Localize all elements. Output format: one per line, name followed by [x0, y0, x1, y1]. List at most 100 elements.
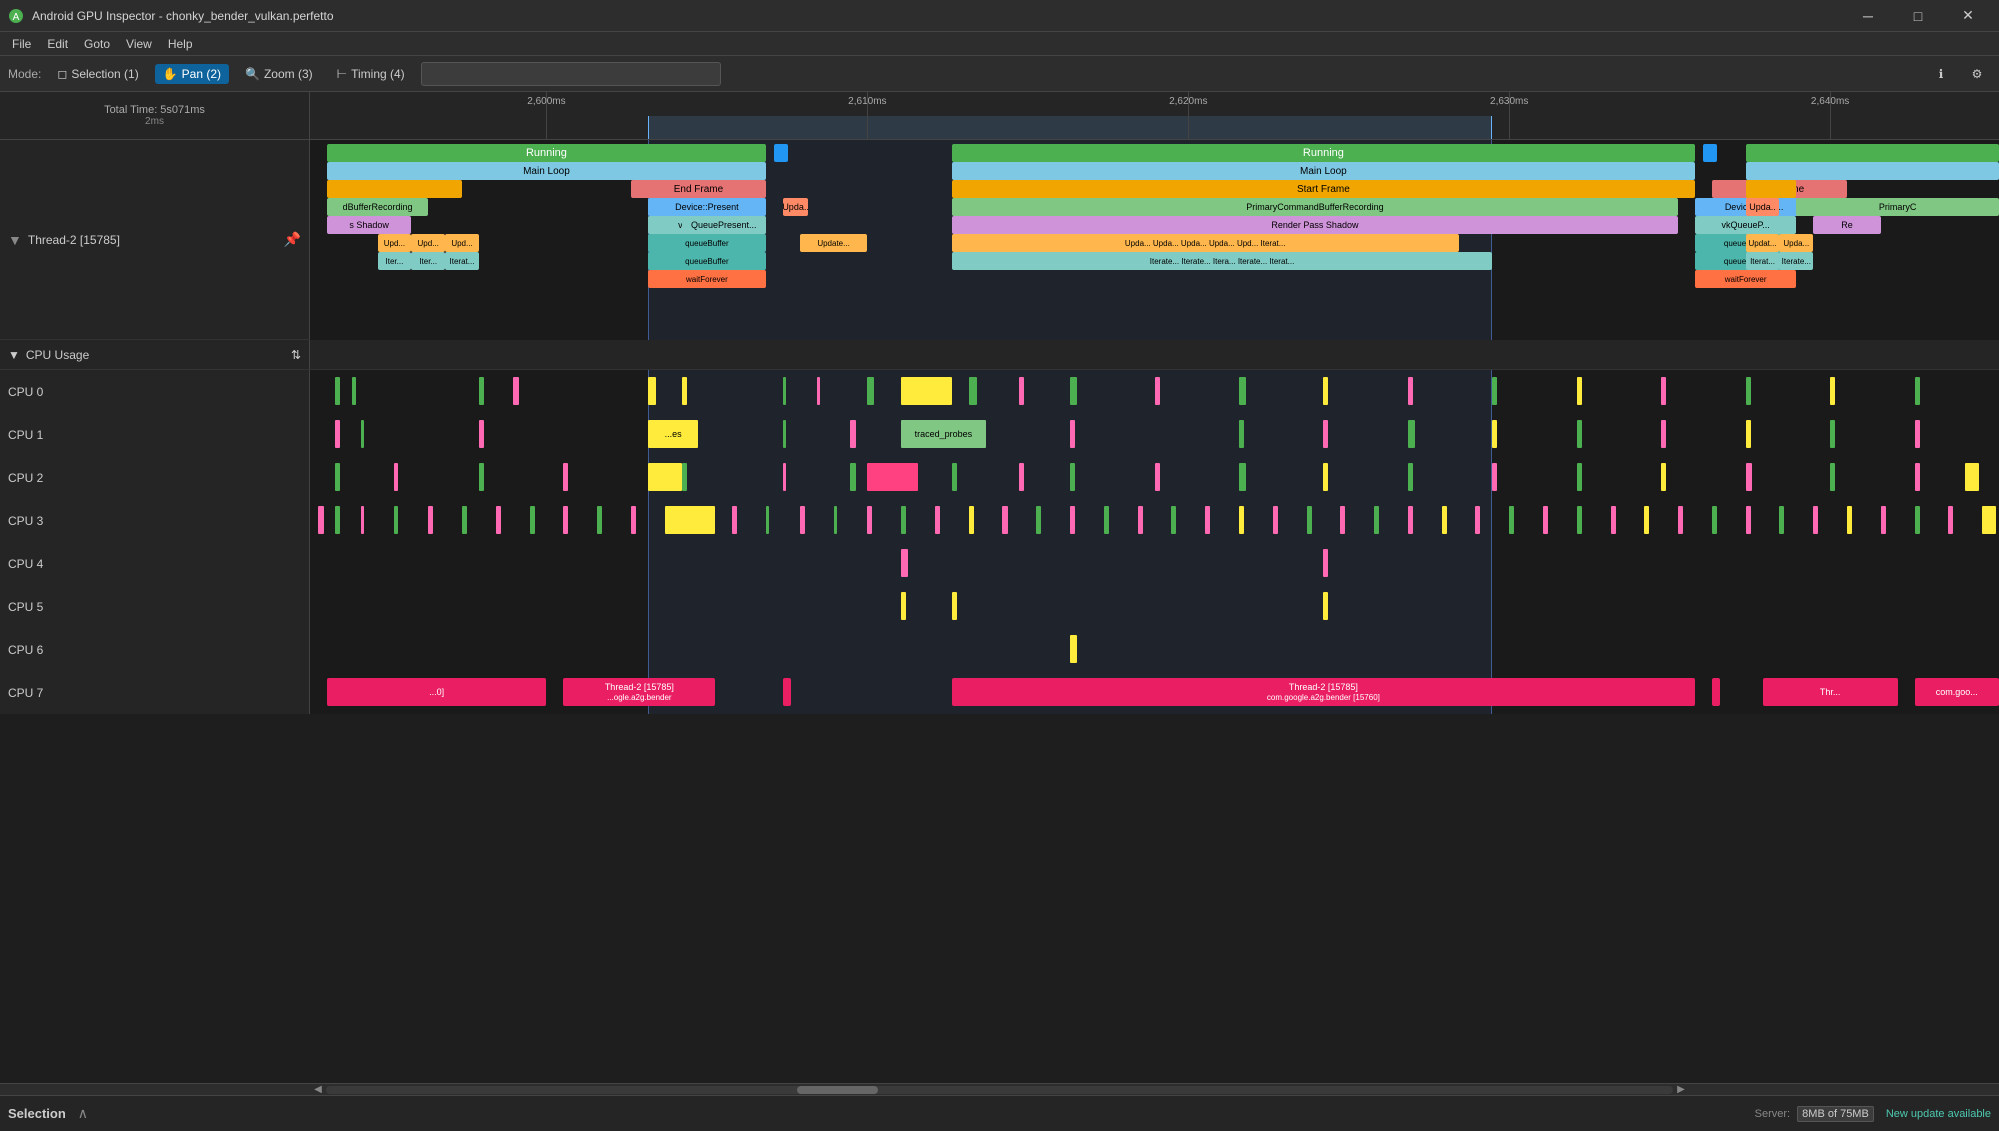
cpu2-content[interactable]: [310, 456, 1999, 499]
cpu5-content[interactable]: [310, 585, 1999, 628]
cpu1-bar-4[interactable]: [783, 420, 786, 448]
wait-1[interactable]: waitForever: [1695, 270, 1796, 288]
cpu3-bar-39[interactable]: [1644, 506, 1649, 534]
upd-r2[interactable]: Upda...: [1779, 234, 1813, 252]
cpu0-bar-18[interactable]: [1577, 377, 1582, 405]
cpu2-bar-2[interactable]: [479, 463, 484, 491]
cpu4-bar-1[interactable]: [1323, 549, 1328, 577]
cpu1-content[interactable]: ...estraced_probes: [310, 413, 1999, 456]
cpu1-bar-8[interactable]: [1239, 420, 1244, 448]
cpu1-bar-14[interactable]: [1746, 420, 1751, 448]
cpu3-bar-2[interactable]: [361, 506, 364, 534]
iter-many[interactable]: Iterate... Iterate... Itera... Iterate..…: [952, 252, 1492, 270]
cpu2-bar-14[interactable]: [1323, 463, 1328, 491]
close-button[interactable]: ✕: [1945, 0, 1991, 32]
cpu2-bar-17[interactable]: [1577, 463, 1582, 491]
cpu1-bar-0[interactable]: [335, 420, 340, 448]
cpu3-bar-29[interactable]: [1307, 506, 1312, 534]
timeline-ruler[interactable]: 22.839ms 2,600ms 2,610ms 2,620ms 2,630ms…: [310, 92, 1999, 139]
cpu1-bar-13[interactable]: [1661, 420, 1666, 448]
cpu7-thread-3[interactable]: Thread-2 [15785]com.google.a2g.bender [1…: [952, 678, 1695, 706]
upda-1[interactable]: Upda..: [1746, 198, 1780, 216]
cpu1-bar-11[interactable]: [1492, 420, 1497, 448]
cpu3-bar-16[interactable]: [867, 506, 872, 534]
upda-0[interactable]: Upda..: [783, 198, 808, 216]
thread2-content[interactable]: Running Running Main Loop Main Loop End …: [310, 140, 1999, 340]
mainloop-1[interactable]: Main Loop: [952, 162, 1695, 180]
iterat-r[interactable]: Iterat...: [1746, 252, 1780, 270]
menu-goto[interactable]: Goto: [76, 35, 118, 53]
cpu3-bar-31[interactable]: [1374, 506, 1379, 534]
cpu0-bar-9[interactable]: [901, 377, 952, 405]
collapse-icon[interactable]: ∧: [78, 1105, 88, 1122]
re-label[interactable]: Re: [1813, 216, 1881, 234]
cpu2-bar-9[interactable]: [952, 463, 957, 491]
cpu3-bar-8[interactable]: [563, 506, 568, 534]
vkqueue-1[interactable]: vkQueueP...: [1695, 216, 1796, 234]
cpu2-bar-11[interactable]: [1070, 463, 1075, 491]
cpu2-bar-1[interactable]: [394, 463, 397, 491]
iterat-r2[interactable]: Iterate...: [1779, 252, 1813, 270]
cpu1-bar-12[interactable]: [1577, 420, 1582, 448]
cpu3-bar-49[interactable]: [1982, 506, 1996, 534]
cpu3-bar-10[interactable]: [631, 506, 636, 534]
cpu3-bar-11[interactable]: [665, 506, 716, 534]
scroll-left[interactable]: ◀: [310, 1084, 326, 1096]
cpu0-bar-14[interactable]: [1239, 377, 1246, 405]
cpu3-bar-32[interactable]: [1408, 506, 1413, 534]
cpu2-bar-18[interactable]: [1661, 463, 1666, 491]
thread2-pin-btn[interactable]: 📌: [284, 231, 301, 248]
cpu2-bar-8[interactable]: [867, 463, 918, 491]
cpu3-bar-15[interactable]: [834, 506, 837, 534]
cpu3-content[interactable]: [310, 499, 1999, 542]
cpu0-bar-3[interactable]: [513, 377, 520, 405]
cpu2-bar-21[interactable]: [1915, 463, 1920, 491]
cpu7-thread-4[interactable]: [1712, 678, 1720, 706]
cpu0-bar-0[interactable]: [335, 377, 340, 405]
cpu3-bar-37[interactable]: [1577, 506, 1582, 534]
cpu3-bar-3[interactable]: [394, 506, 397, 534]
cpu0-bar-17[interactable]: [1492, 377, 1497, 405]
menu-help[interactable]: Help: [160, 35, 201, 53]
cpu0-bar-19[interactable]: [1661, 377, 1666, 405]
mainloop-0[interactable]: Main Loop: [327, 162, 766, 180]
cpu2-bar-0[interactable]: [335, 463, 340, 491]
cpu2-bar-22[interactable]: [1965, 463, 1979, 491]
mode-timing[interactable]: ⊢ Timing (4): [329, 64, 413, 84]
device-present-0[interactable]: Device::Present: [648, 198, 766, 216]
cpu2-bar-7[interactable]: [850, 463, 855, 491]
cpu0-content[interactable]: [310, 370, 1999, 413]
cpu3-bar-13[interactable]: [766, 506, 769, 534]
cpu2-bar-5[interactable]: [682, 463, 687, 491]
cpu3-bar-22[interactable]: [1070, 506, 1075, 534]
iter-1[interactable]: Iter...: [411, 252, 445, 270]
maximize-button[interactable]: □: [1895, 0, 1941, 32]
cpu2-bar-4[interactable]: [648, 463, 682, 491]
upd-0[interactable]: Upd...: [378, 234, 412, 252]
cpu3-bar-28[interactable]: [1273, 506, 1278, 534]
search-input[interactable]: [421, 62, 721, 86]
cpu2-bar-3[interactable]: [563, 463, 568, 491]
mainloop-2[interactable]: [1746, 162, 1999, 180]
cpu0-bar-11[interactable]: [1019, 377, 1024, 405]
cpu7-thread-2[interactable]: [783, 678, 791, 706]
cpu0-bar-1[interactable]: [352, 377, 355, 405]
buffer-rec-0[interactable]: dBufferRecording: [327, 198, 428, 216]
cpu2-bar-12[interactable]: [1155, 463, 1160, 491]
cpu3-bar-4[interactable]: [428, 506, 433, 534]
cpu3-bar-48[interactable]: [1948, 506, 1953, 534]
queue-buf-2[interactable]: queueBuffer: [648, 252, 766, 270]
cpu6-content[interactable]: [310, 628, 1999, 671]
cpu3-bar-12[interactable]: [732, 506, 737, 534]
cpu3-bar-27[interactable]: [1239, 506, 1244, 534]
cpu2-bar-10[interactable]: [1019, 463, 1024, 491]
cpu7-thread-6[interactable]: com.goo...: [1915, 678, 1999, 706]
cpu1-bar-16[interactable]: [1915, 420, 1920, 448]
cpu3-bar-0[interactable]: [318, 506, 323, 534]
mode-pan[interactable]: ✋ Pan (2): [155, 64, 229, 84]
start-frame[interactable]: Start Frame: [952, 180, 1695, 198]
cpu3-bar-40[interactable]: [1678, 506, 1683, 534]
cpu3-bar-47[interactable]: [1915, 506, 1920, 534]
cpu3-bar-6[interactable]: [496, 506, 501, 534]
cpu1-bar-10[interactable]: [1408, 420, 1415, 448]
